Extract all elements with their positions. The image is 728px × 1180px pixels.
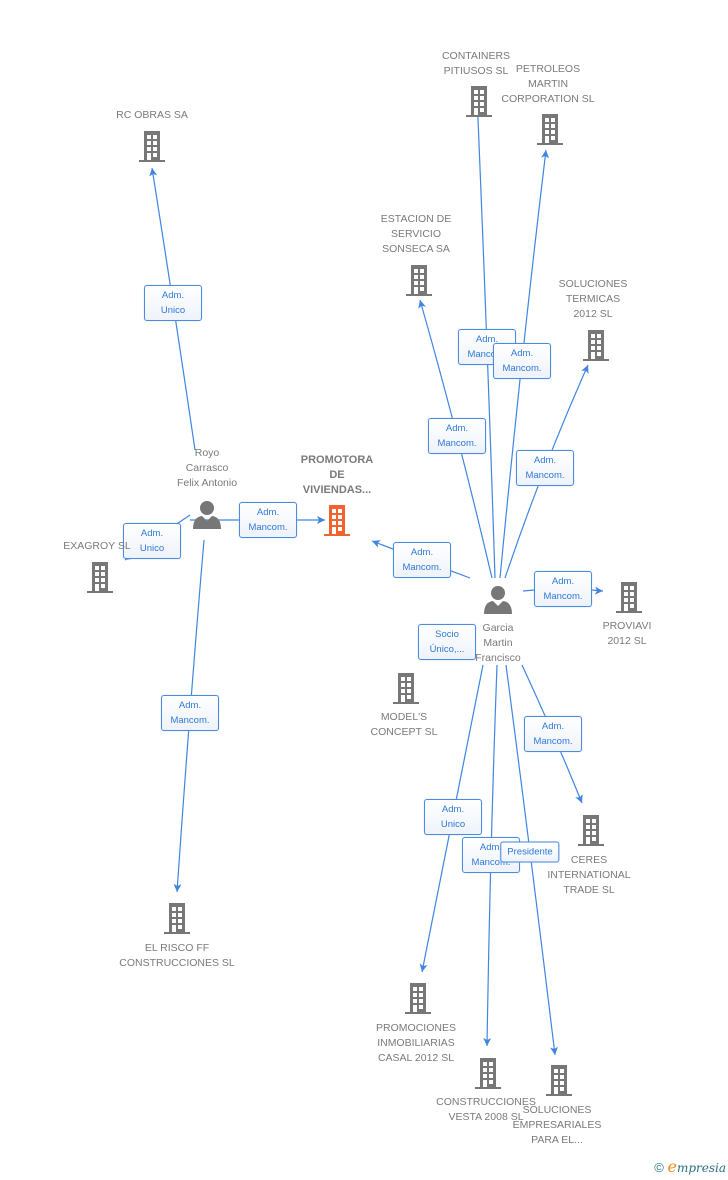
building-icon[interactable] (542, 1062, 576, 1098)
edge-label-proviavi[interactable]: Adm. Mancom. (534, 571, 592, 607)
node-label-garcia[interactable]: Garcia Martin Francisco (433, 621, 563, 666)
building-icon[interactable] (83, 559, 117, 595)
copyright-symbol: © (654, 1160, 664, 1175)
node-label-el_risco[interactable]: EL RISCO FF CONSTRUCCIONES SL (112, 941, 242, 971)
node-label-petroleos[interactable]: PETROLEOS MARTIN CORPORATION SL (483, 62, 613, 107)
node-label-models[interactable]: MODEL'S CONCEPT SL (339, 710, 469, 740)
node-label-rc_obras[interactable]: RC OBRAS SA (87, 108, 217, 123)
node-label-promotora[interactable]: PROMOTORA DE VIVIENDAS... (272, 453, 402, 498)
node-label-sol_termicas[interactable]: SOLUCIONES TERMICAS 2012 SL (528, 277, 658, 322)
logo-text: mpresia (676, 1161, 726, 1175)
building-icon[interactable] (160, 900, 194, 936)
person-icon[interactable] (481, 582, 515, 618)
node-label-estacion[interactable]: ESTACION DE SERVICIO SONSECA SA (351, 212, 481, 257)
edge-label-el_risco[interactable]: Adm. Mancom. (161, 695, 219, 731)
edge-label-promotora[interactable]: Adm. Mancom. (393, 542, 451, 578)
building-icon[interactable] (471, 1055, 505, 1091)
building-icon[interactable] (574, 812, 608, 848)
building-icon[interactable] (389, 670, 423, 706)
node-label-exagroy[interactable]: EXAGROY SL (32, 539, 162, 554)
logo-initial: e (667, 1157, 677, 1176)
building-icon[interactable] (135, 128, 169, 164)
building-icon[interactable] (402, 262, 436, 298)
edge-label-promotora[interactable]: Adm. Mancom. (239, 502, 297, 538)
edge-label-rc_obras[interactable]: Adm. Unico (144, 285, 202, 321)
node-label-proviavi[interactable]: PROVIAVI 2012 SL (562, 619, 692, 649)
node-label-royo[interactable]: Royo Carrasco Felix Antonio (142, 446, 272, 491)
main-company-building-icon[interactable] (320, 502, 354, 538)
node-label-sol_empresariales[interactable]: SOLUCIONES EMPRESARIALES PARA EL... (492, 1103, 622, 1148)
person-icon[interactable] (190, 497, 224, 533)
node-label-promociones[interactable]: PROMOCIONES INMOBILIARIAS CASAL 2012 SL (351, 1021, 481, 1066)
edge-label-estacion[interactable]: Adm. Mancom. (428, 418, 486, 454)
node-label-ceres[interactable]: CERES INTERNATIONAL TRADE SL (524, 853, 654, 898)
building-icon[interactable] (533, 111, 567, 147)
edge-label-ceres[interactable]: Adm. Mancom. (524, 716, 582, 752)
building-icon[interactable] (401, 980, 435, 1016)
building-icon[interactable] (579, 327, 613, 363)
edge-label-petroleos[interactable]: Adm. Mancom. (493, 343, 551, 379)
building-icon[interactable] (612, 579, 646, 615)
edge-label-promociones[interactable]: Adm. Unico (424, 799, 482, 835)
empresia-logo: © empresia (654, 1157, 726, 1176)
edge-label-sol_termicas[interactable]: Adm. Mancom. (516, 450, 574, 486)
